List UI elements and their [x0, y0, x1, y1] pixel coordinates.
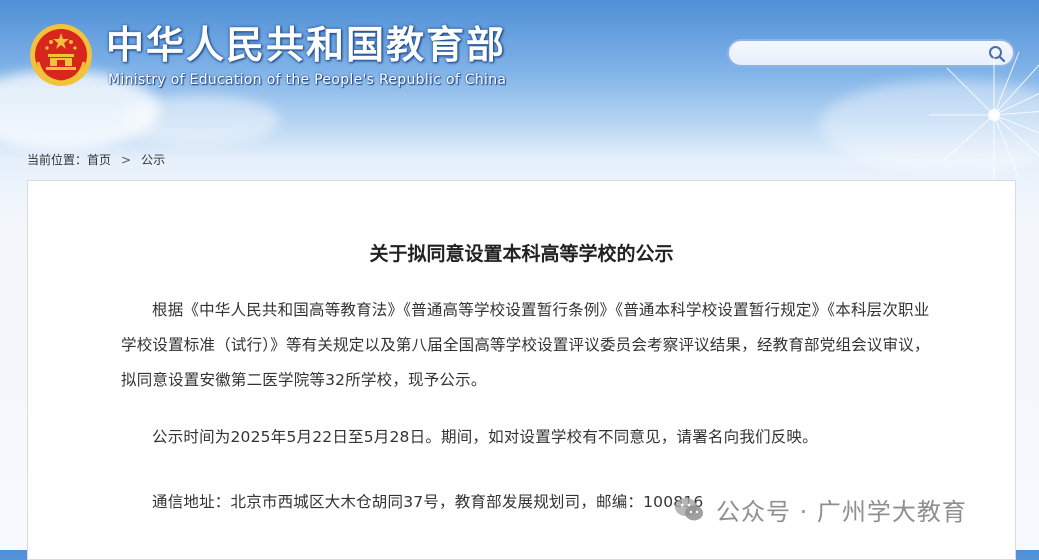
- dandelion-decoration-icon: [929, 50, 1039, 180]
- wechat-logo-icon: [675, 498, 703, 521]
- article-title: 关于拟同意设置本科高等学校的公示: [369, 243, 674, 265]
- wechat-watermark: 公众号 · 广州学大教育: [672, 489, 967, 529]
- breadcrumb-current-link[interactable]: 公示: [141, 153, 165, 167]
- article-paragraph: 根据《中华人民共和国高等教育法》《普通高等学校设置暂行条例》《普通本科学校设置暂…: [121, 301, 930, 389]
- breadcrumb: 当前位置：首页 > 公示: [27, 151, 165, 168]
- breadcrumb-prefix: 当前位置：: [27, 153, 88, 167]
- national-emblem-icon: [30, 24, 92, 86]
- site-title: 中华人民共和国教育部: [106, 22, 507, 67]
- site-subtitle: Ministry of Education of the People's Re…: [108, 72, 507, 88]
- site-header: 中华人民共和国教育部 Ministry of Education of the …: [0, 0, 1039, 180]
- breadcrumb-home-link[interactable]: 首页: [87, 153, 111, 167]
- breadcrumb-separator: >: [121, 153, 132, 167]
- cloud-decoration: [120, 95, 280, 145]
- watermark-text: 公众号 · 广州学大教育: [716, 497, 967, 526]
- article-paragraph: 公示时间为2025年5月22日至5月28日。期间，如对设置学校有不同意见，请署名…: [152, 428, 818, 446]
